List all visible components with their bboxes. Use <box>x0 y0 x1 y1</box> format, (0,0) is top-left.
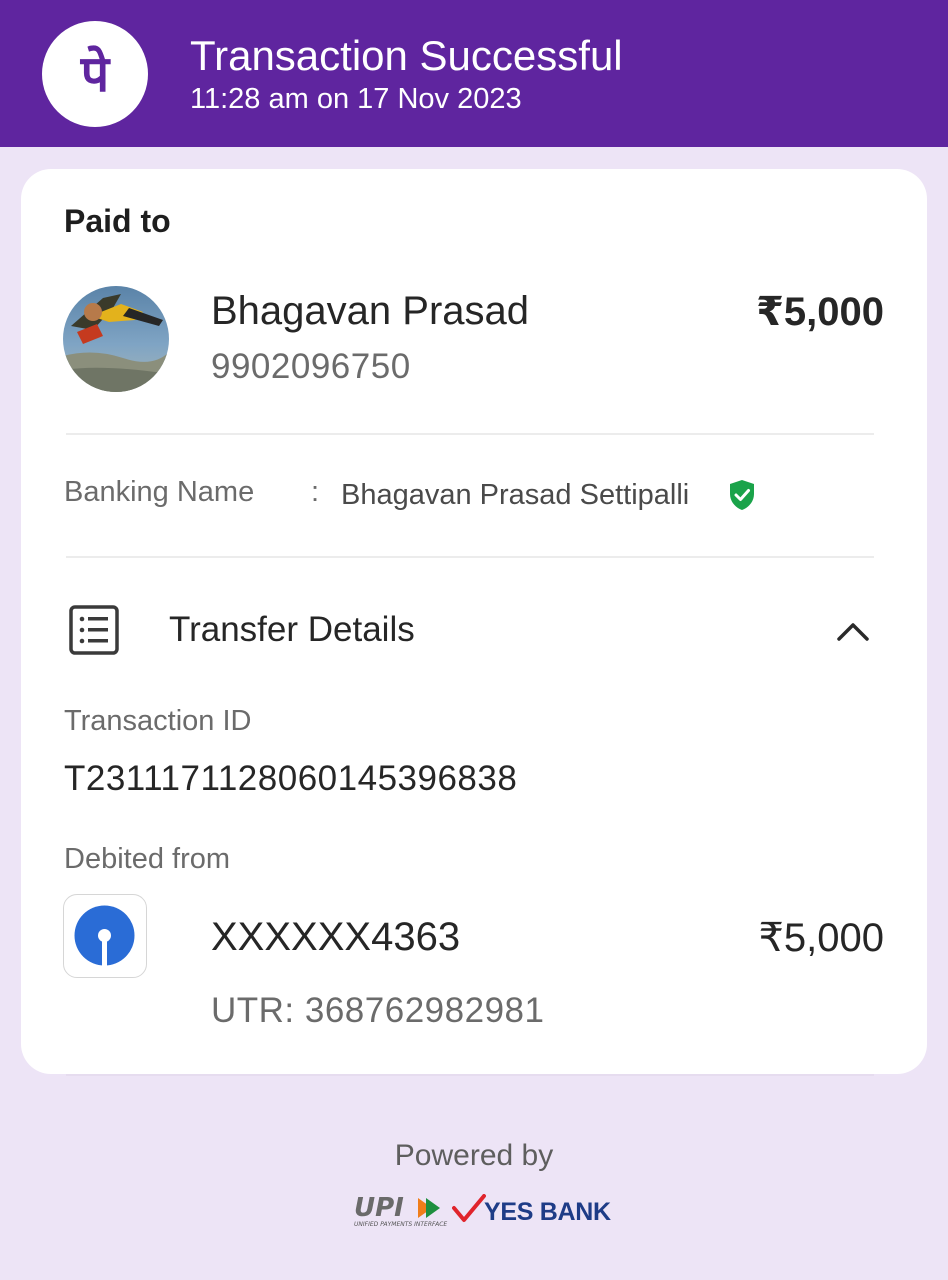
yes-bank-checkmark-icon <box>452 1194 486 1229</box>
transaction-card: Paid to Bhagavan Prasad 9902096750 ₹5,00… <box>21 169 927 1074</box>
banking-name-label: Banking Name <box>64 476 255 508</box>
debited-from-label: Debited from <box>64 843 231 875</box>
divider <box>66 556 874 558</box>
utr-number[interactable]: UTR: 368762982981 <box>211 991 544 1031</box>
yes-bank-logo-text: YES BANK <box>484 1198 611 1226</box>
banking-name-separator: : <box>311 476 320 508</box>
banking-name-value: Bhagavan Prasad Settipalli <box>341 479 690 511</box>
svg-text:पे: पे <box>80 45 111 103</box>
divider <box>66 433 874 435</box>
svg-text:UNIFIED PAYMENTS INTERFACE: UNIFIED PAYMENTS INTERFACE <box>354 1221 447 1228</box>
account-number: XXXXXX4363 <box>211 915 461 959</box>
paid-to-label: Paid to <box>64 203 171 239</box>
paid-amount: ₹5,000 <box>756 290 884 334</box>
avatar[interactable] <box>63 286 169 392</box>
upi-logo: UPI UNIFIED PAYMENTS INTERFACE <box>352 1192 452 1233</box>
divider <box>66 1074 874 1076</box>
avatar-image <box>63 286 169 392</box>
payee-name: Bhagavan Prasad <box>211 289 530 333</box>
transfer-details-title[interactable]: Transfer Details <box>169 610 415 650</box>
svg-text:UPI: UPI <box>354 1193 404 1223</box>
transaction-datetime: 11:28 am on 17 Nov 2023 <box>190 83 522 115</box>
chevron-up-icon[interactable] <box>831 609 875 653</box>
transaction-id-label: Transaction ID <box>64 705 252 737</box>
header-bar: पे Transaction Successful 11:28 am on 17… <box>0 0 948 147</box>
phonepe-logo-icon: पे <box>80 45 111 103</box>
debited-amount: ₹5,000 <box>758 916 884 960</box>
transaction-id-value[interactable]: T2311171128060145396838 <box>64 759 517 799</box>
page-title: Transaction Successful <box>190 32 623 79</box>
phonepe-logo: पे <box>42 21 148 127</box>
powered-by-label: Powered by <box>394 1139 554 1172</box>
document-list-icon <box>69 605 119 655</box>
shield-check-icon <box>728 479 756 511</box>
payee-phone: 9902096750 <box>211 347 411 386</box>
sbi-logo-icon <box>63 894 147 978</box>
